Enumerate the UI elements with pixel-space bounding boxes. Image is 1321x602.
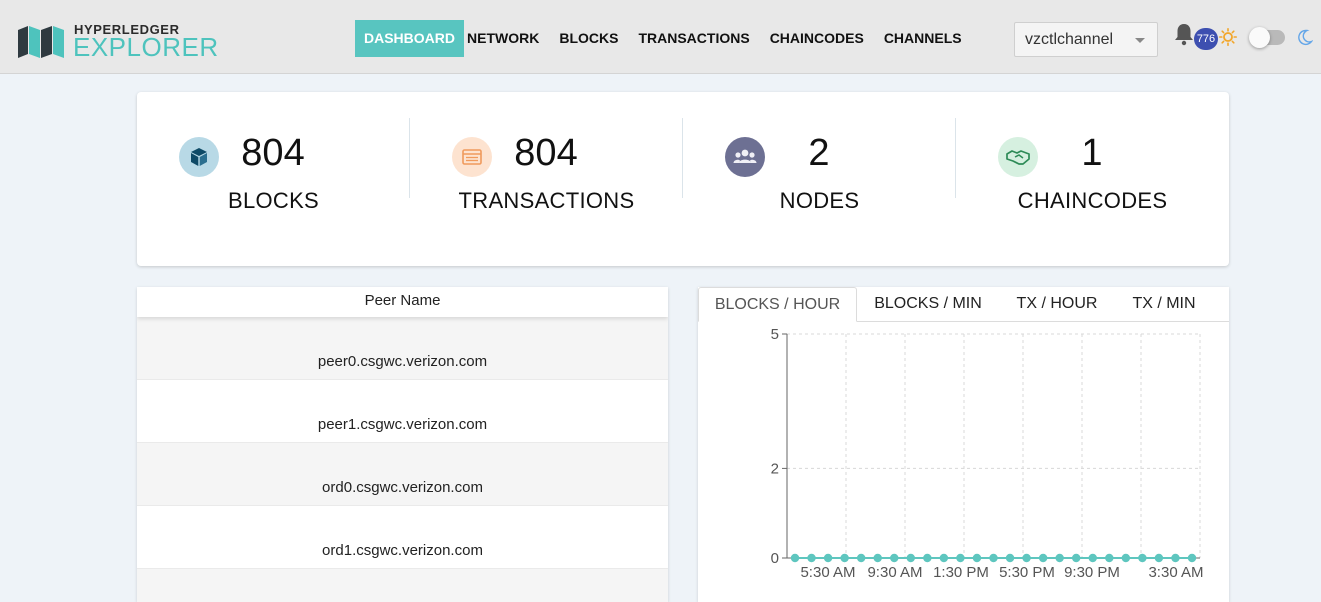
logo-mark-icon	[18, 26, 64, 58]
table-row-empty	[137, 569, 668, 602]
bell-icon[interactable]	[1173, 22, 1195, 46]
data-point	[1022, 553, 1031, 563]
chart-tabs: BLOCKS / HOUR BLOCKS / MIN TX / HOUR TX …	[698, 287, 1229, 322]
x-tick-label: 9:30 PM	[1064, 564, 1120, 581]
stat-value-transactions: 804	[514, 132, 578, 174]
data-point	[1088, 553, 1097, 563]
handshake-icon	[998, 137, 1038, 177]
stat-blocks: 804 BLOCKS	[137, 92, 410, 266]
data-point	[1187, 553, 1197, 563]
main-nav: DASHBOARD NETWORK BLOCKS TRANSACTIONS CH…	[355, 20, 972, 57]
tab-tx-min[interactable]: TX / MIN	[1116, 287, 1212, 322]
chart-card: BLOCKS / HOUR BLOCKS / MIN TX / HOUR TX …	[698, 287, 1229, 602]
data-point	[939, 553, 949, 563]
cube-icon	[179, 137, 219, 177]
data-point	[1121, 553, 1131, 563]
data-point	[823, 553, 833, 563]
chevron-down-icon	[1135, 38, 1145, 43]
tab-blocks-min[interactable]: BLOCKS / MIN	[858, 287, 998, 322]
stat-nodes: 2 NODES	[683, 92, 956, 266]
data-point	[807, 553, 816, 563]
users-icon	[725, 137, 765, 177]
data-point	[1138, 553, 1147, 563]
data-point	[790, 553, 800, 563]
data-point	[840, 553, 849, 563]
data-point	[906, 553, 915, 563]
stat-value-blocks: 804	[241, 132, 305, 174]
stat-label-transactions: TRANSACTIONS	[458, 188, 635, 213]
table-row[interactable]: peer0.csgwc.verizon.com	[137, 317, 668, 380]
stat-value-nodes: 2	[808, 132, 830, 174]
nav-dashboard[interactable]: DASHBOARD	[355, 20, 464, 57]
data-point	[856, 553, 866, 563]
x-tick-label: 9:30 AM	[867, 564, 922, 581]
x-tick-label: 3:30 AM	[1148, 564, 1203, 581]
data-point	[1005, 553, 1015, 563]
table-row[interactable]: ord0.csgwc.verizon.com	[137, 443, 668, 506]
data-point	[1038, 553, 1048, 563]
sun-icon	[1219, 28, 1237, 46]
nav-channels[interactable]: CHANNELS	[874, 20, 972, 57]
data-point	[873, 553, 882, 563]
moon-icon	[1298, 29, 1313, 46]
theme-toggle-knob[interactable]	[1249, 27, 1270, 48]
data-point	[923, 553, 932, 563]
stats-card: 804 BLOCKS 804 TRANSACTIONS 2 NODES 1 CH…	[137, 92, 1229, 266]
nav-chaincodes[interactable]: CHAINCODES	[760, 20, 874, 57]
notification-badge: 776	[1194, 28, 1218, 50]
data-point	[956, 553, 965, 563]
data-point	[1154, 553, 1164, 563]
tab-blocks-hour[interactable]: BLOCKS / HOUR	[698, 287, 857, 322]
x-tick-label: 1:30 PM	[933, 564, 989, 581]
table-row[interactable]: ord1.csgwc.verizon.com	[137, 506, 668, 569]
peer-name-column-header[interactable]: Peer Name	[137, 287, 668, 317]
stat-chaincodes: 1 CHAINCODES	[956, 92, 1229, 266]
nav-transactions[interactable]: TRANSACTIONS	[628, 20, 759, 57]
data-point	[972, 553, 982, 563]
stat-value-chaincodes: 1	[1081, 132, 1103, 174]
data-point	[1171, 553, 1180, 563]
stat-transactions: 804 TRANSACTIONS	[410, 92, 683, 266]
data-point	[989, 553, 998, 563]
x-tick-label: 5:30 PM	[999, 564, 1055, 581]
table-row[interactable]: peer1.csgwc.verizon.com	[137, 380, 668, 443]
stat-label-chaincodes: CHAINCODES	[1017, 188, 1168, 213]
list-icon	[452, 137, 492, 177]
tab-tx-hour[interactable]: TX / HOUR	[1000, 287, 1114, 322]
nav-network[interactable]: NETWORK	[464, 20, 549, 57]
hyperledger-explorer-logo[interactable]: HYPERLEDGER EXPLORER	[16, 20, 226, 60]
stat-label-nodes: NODES	[779, 188, 860, 213]
logo-text-bottom: EXPLORER	[73, 32, 219, 62]
data-point	[1072, 553, 1081, 563]
nav-blocks[interactable]: BLOCKS	[549, 20, 628, 57]
y-tick-label: 0	[771, 550, 779, 567]
blocks-per-hour-chart: 0 2 5 5:30 AM 9:30 AM 1:30 PM 5:30 PM 9:30 PM 3:…	[771, 326, 1204, 581]
channel-select-value: vzctlchannel	[1025, 31, 1114, 48]
data-point	[1105, 553, 1114, 563]
data-point	[890, 553, 899, 563]
y-tick-label: 5	[771, 326, 779, 343]
top-bar: HYPERLEDGER EXPLORER DASHBOARD NETWORK B…	[0, 0, 1321, 74]
peer-table: Peer Name peer0.csgwc.verizon.com peer1.…	[137, 287, 668, 602]
y-tick-label: 2	[771, 460, 779, 477]
stat-label-blocks: BLOCKS	[227, 188, 320, 213]
x-tick-label: 5:30 AM	[800, 564, 855, 581]
data-point	[1055, 553, 1064, 563]
channel-select[interactable]: vzctlchannel	[1014, 22, 1158, 57]
